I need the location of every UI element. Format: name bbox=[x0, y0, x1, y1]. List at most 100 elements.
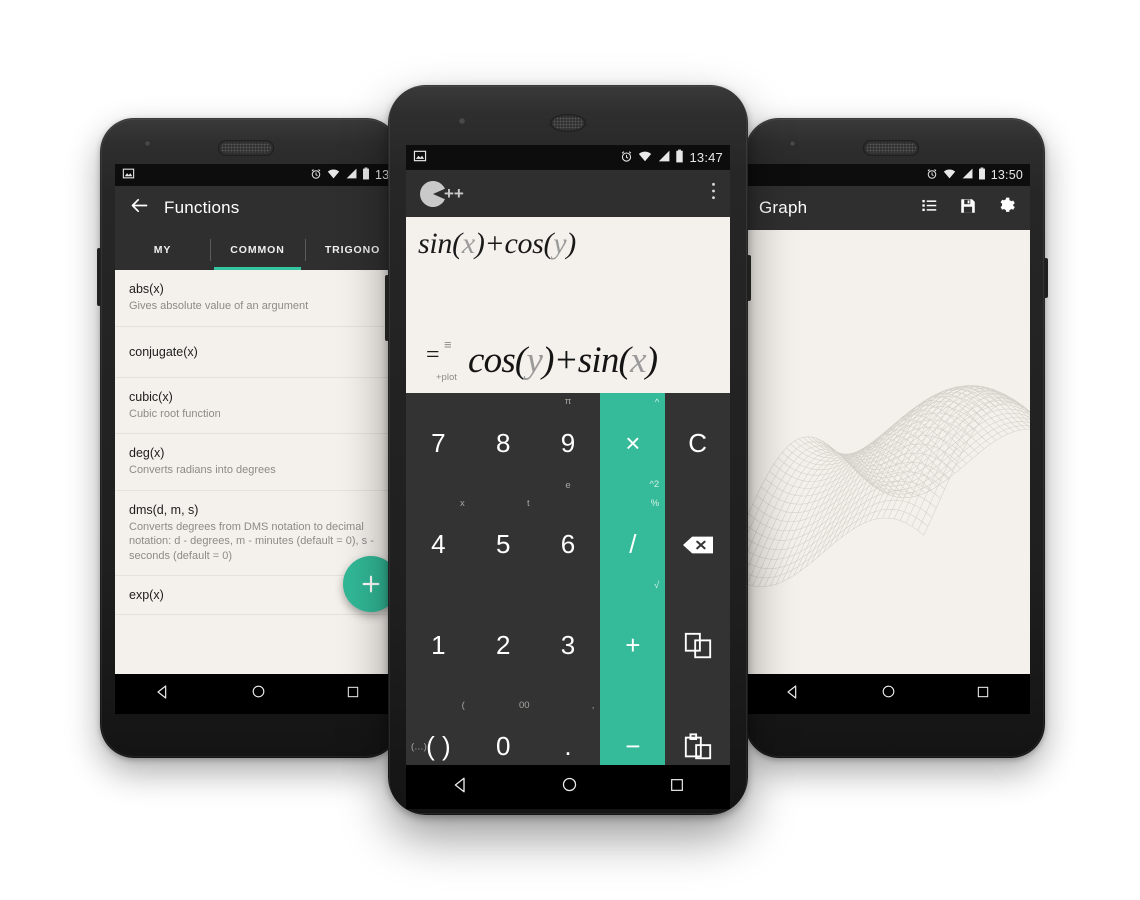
key-[interactable]: ,. bbox=[536, 696, 601, 765]
tab-trigonometry[interactable]: TRIGONO bbox=[305, 230, 400, 270]
key-1[interactable]: 1 bbox=[406, 595, 471, 696]
back-triangle-icon[interactable] bbox=[452, 776, 470, 799]
alarm-icon bbox=[620, 150, 633, 166]
function-name: cubic(x) bbox=[129, 389, 173, 404]
overflow-menu-icon[interactable] bbox=[711, 181, 716, 206]
image-icon bbox=[413, 149, 427, 166]
equals-button[interactable]: ≡ = +plot bbox=[418, 333, 464, 383]
recents-square-icon[interactable] bbox=[346, 685, 360, 704]
key-2[interactable]: 2 bbox=[471, 595, 536, 696]
key-label: / bbox=[629, 529, 637, 559]
volume-button[interactable] bbox=[385, 275, 389, 341]
key-label: 1 bbox=[431, 630, 446, 660]
signal-icon bbox=[345, 168, 357, 182]
key-8[interactable]: 8 bbox=[471, 393, 536, 494]
recents-square-icon[interactable] bbox=[976, 685, 990, 704]
front-camera-icon bbox=[789, 140, 796, 147]
recents-square-icon[interactable] bbox=[669, 777, 685, 798]
key-4[interactable]: x4 bbox=[406, 494, 471, 595]
list-icon[interactable] bbox=[920, 196, 939, 220]
key-label: 6 bbox=[560, 529, 576, 559]
home-circle-icon[interactable] bbox=[251, 684, 266, 704]
app-logo-text: ++ bbox=[444, 183, 464, 203]
wifi-icon bbox=[638, 150, 652, 165]
graph-3d-plot[interactable] bbox=[745, 230, 1030, 674]
home-circle-icon[interactable] bbox=[881, 684, 896, 704]
key-hint: , bbox=[591, 700, 595, 711]
right-navbar bbox=[745, 674, 1030, 714]
copy-icon bbox=[684, 632, 711, 658]
result-var: x bbox=[630, 340, 646, 381]
phone-right-graph: 13:50 Graph bbox=[745, 118, 1048, 758]
front-camera-icon bbox=[144, 140, 151, 147]
key-label: × bbox=[625, 428, 641, 458]
left-navbar bbox=[115, 674, 400, 714]
back-triangle-icon[interactable] bbox=[785, 684, 801, 705]
key-[interactable]: (…)()( ) bbox=[406, 696, 471, 765]
plot-hint: +plot bbox=[436, 372, 457, 383]
key-label: 2 bbox=[495, 630, 511, 660]
key-7[interactable]: 7 bbox=[406, 393, 471, 494]
app-logo[interactable]: ++ bbox=[420, 180, 464, 207]
key-hint: e bbox=[565, 479, 571, 491]
function-name: dms(d, m, s) bbox=[129, 502, 199, 517]
digit-keys: 78πe9x4t56123(…)()( )000000,. bbox=[406, 393, 600, 765]
main-appbar: ++ bbox=[406, 170, 730, 217]
key-copy[interactable] bbox=[665, 595, 730, 696]
result-part: cos( bbox=[468, 340, 527, 381]
key-6[interactable]: 6 bbox=[536, 494, 601, 595]
key-3[interactable]: 3 bbox=[536, 595, 601, 696]
key-paste[interactable] bbox=[665, 696, 730, 765]
phone-main-calculator: 13:47 ++ sin(x)+cos(y) ≡ = +plot cos(y)+… bbox=[385, 85, 751, 815]
functions-list[interactable]: abs(x) Gives absolute value of an argume… bbox=[115, 270, 400, 674]
expr-part: )+cos( bbox=[474, 227, 554, 260]
key-5[interactable]: t5 bbox=[471, 494, 536, 595]
key-hint: t bbox=[526, 498, 530, 509]
power-button[interactable] bbox=[1044, 258, 1048, 298]
list-item[interactable]: cubic(x) Cubic root function bbox=[115, 378, 400, 435]
settings-icon[interactable] bbox=[997, 196, 1016, 220]
paste-icon bbox=[684, 732, 711, 759]
battery-icon bbox=[978, 167, 986, 183]
tab-my[interactable]: MY bbox=[115, 230, 210, 270]
home-circle-icon[interactable] bbox=[561, 776, 578, 798]
result-part: ) bbox=[645, 340, 658, 381]
save-icon[interactable] bbox=[959, 197, 977, 220]
list-item[interactable]: abs(x) Gives absolute value of an argume… bbox=[115, 270, 400, 327]
key-hint: ^2 bbox=[649, 478, 660, 490]
key-operator[interactable]: ∂…− bbox=[600, 696, 665, 765]
key-label: 8 bbox=[495, 428, 511, 458]
battery-icon bbox=[362, 167, 370, 183]
page-title: Graph bbox=[759, 198, 808, 217]
key-label: 9 bbox=[560, 428, 576, 458]
right-appbar: Graph bbox=[745, 186, 1030, 230]
earpiece-speaker bbox=[218, 140, 274, 156]
key-0[interactable]: 000000 bbox=[471, 696, 536, 765]
result-row: ≡ = +plot cos(y)+sin(x) bbox=[418, 333, 724, 383]
calculator-display[interactable]: sin(x)+cos(y) ≡ = +plot cos(y)+sin(x) bbox=[406, 217, 730, 393]
back-triangle-icon[interactable] bbox=[155, 684, 171, 705]
key-operator[interactable]: % √ / bbox=[600, 494, 665, 595]
list-item[interactable]: conjugate(x) bbox=[115, 327, 400, 378]
function-name: deg(x) bbox=[129, 446, 165, 461]
key-operator[interactable]: + bbox=[600, 595, 665, 696]
key-clear[interactable]: C bbox=[665, 393, 730, 494]
tab-common[interactable]: COMMON bbox=[210, 230, 305, 270]
key-9[interactable]: π e 9 bbox=[536, 393, 601, 494]
result-text: cos(y)+sin(x) bbox=[468, 340, 658, 383]
key-hint: √ bbox=[653, 579, 660, 591]
page-title: Functions bbox=[164, 198, 240, 217]
wireframe-surface bbox=[745, 385, 1030, 587]
alarm-icon bbox=[926, 168, 938, 183]
power-button[interactable] bbox=[747, 255, 751, 301]
phone-left-functions: 13: Functions MY COMMON TRIGONO abs(x) G… bbox=[97, 118, 400, 758]
key-label: ( ) bbox=[426, 731, 451, 761]
key-backspace[interactable] bbox=[665, 494, 730, 595]
earpiece-speaker bbox=[550, 114, 586, 132]
volume-button[interactable] bbox=[97, 248, 101, 306]
list-item[interactable]: deg(x) Converts radians into degrees bbox=[115, 434, 400, 491]
key-label: 7 bbox=[431, 428, 446, 458]
key-operator[interactable]: ^ ^2 × bbox=[600, 393, 665, 494]
back-arrow-icon[interactable] bbox=[129, 195, 150, 221]
main-clock: 13:47 bbox=[689, 150, 723, 165]
